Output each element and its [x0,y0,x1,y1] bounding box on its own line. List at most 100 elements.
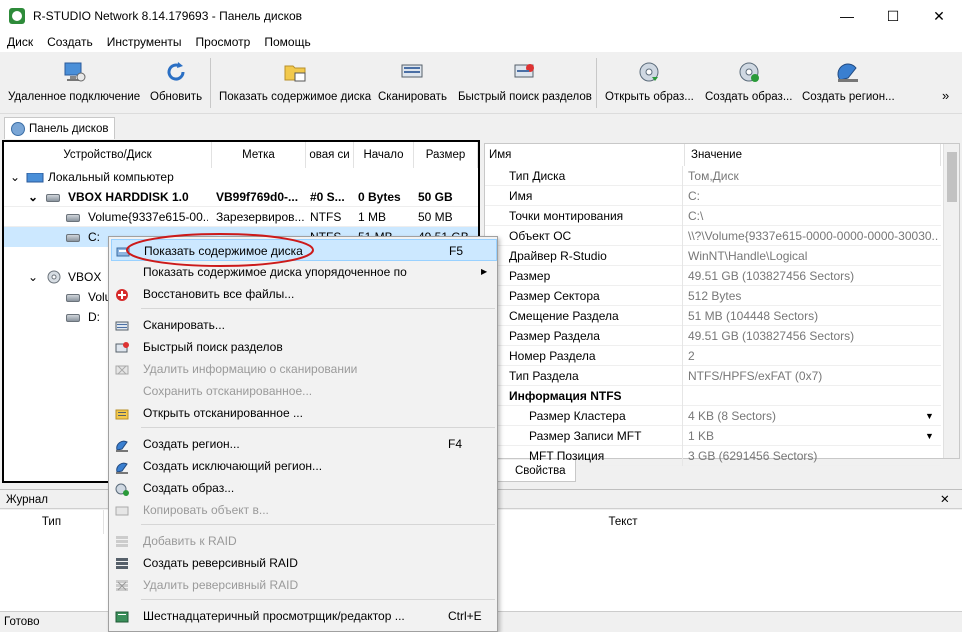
exclude-region-icon [115,459,129,474]
toolbar-separator [596,58,597,108]
property-name: Имя [485,186,683,206]
raid-delete-icon [115,578,129,592]
menu-tools[interactable]: Инструменты [100,32,189,52]
col-label[interactable]: Метка [212,142,306,168]
col-start[interactable]: Начало [354,142,414,168]
property-row[interactable]: Размер Кластера 4 KB (8 Sectors) ▼ [485,406,941,426]
delete-scan-icon [115,362,129,376]
property-row[interactable]: Драйвер R-Studio WinNT\Handle\Logical [485,246,941,266]
col-prop-name[interactable]: Имя [485,144,685,166]
menu-item-create-image[interactable]: Создать образ... [111,477,497,499]
property-row[interactable]: Точки монтирования C:\ [485,206,941,226]
context-menu: Показать содержимое диска F5 Показать со… [108,236,498,632]
menu-help[interactable]: Помощь [257,32,317,52]
minimize-button[interactable]: — [824,0,870,32]
menu-bar: Диск Создать Инструменты Просмотр Помощь [0,32,962,52]
properties-scrollbar[interactable] [943,144,959,458]
maximize-button[interactable]: ☐ [870,0,916,32]
quick-search-icon [115,340,129,354]
tab-properties[interactable]: Свойства [488,460,576,482]
property-row[interactable]: Номер Раздела 2 [485,346,941,366]
property-row[interactable]: Размер Записи MFT 1 KB ▼ [485,426,941,446]
collapse-icon[interactable]: ⌄ [28,267,42,287]
property-row[interactable]: Смещение Раздела 51 MB (104448 Sectors) [485,306,941,326]
col-prop-value[interactable]: Значение [685,144,941,166]
property-value: Том,Диск [688,169,739,183]
computer-icon [26,171,44,183]
property-name: Объект ОС [485,226,683,246]
menu-separator [141,599,495,600]
close-button[interactable]: ✕ [916,0,962,32]
disk-panel-icon [11,121,25,136]
raid-create-icon [115,556,129,570]
property-row[interactable]: Тип Раздела NTFS/HPFS/exFAT (0x7) [485,366,941,386]
scan-icon [115,318,129,332]
property-name: Драйвер R-Studio [485,246,683,266]
menu-item-delete-scan[interactable]: Удалить информацию о сканировании [111,358,497,380]
menu-item-restore-all[interactable]: Восстановить все файлы... [111,283,497,305]
menu-item-add-raid[interactable]: Добавить к RAID [111,530,497,552]
menu-item-scan[interactable]: Сканировать... [111,314,497,336]
volume-icon [66,307,84,327]
menu-create[interactable]: Создать [40,32,100,52]
quick-search-icon [513,60,537,84]
menu-item-copy-object[interactable]: Копировать объект в... [111,499,497,521]
create-region-button[interactable]: Создать регион... [802,60,895,110]
region-icon [836,60,860,84]
property-name: Размер Сектора [485,286,683,306]
property-row[interactable]: Имя C: [485,186,941,206]
refresh-button[interactable]: Обновить [150,60,202,110]
property-value [684,386,939,406]
remote-connect-button[interactable]: Удаленное подключение [8,60,140,110]
property-name: Размер Записи MFT [485,426,683,446]
col-journal-type[interactable]: Тип [0,510,104,534]
collapse-icon[interactable]: ⌄ [28,187,42,207]
property-row[interactable]: Информация NTFS [485,386,941,406]
col-fs[interactable]: овая си [306,142,354,168]
create-image-button[interactable]: Создать образ... [705,60,792,110]
menu-separator [141,524,495,525]
scan-button[interactable]: Сканировать [378,60,447,110]
tree-row-volume[interactable]: Volume{9337e615-00... Зарезервиров... NT… [4,207,478,227]
copy-icon [115,503,129,517]
dropdown-arrow-icon[interactable]: ▼ [925,426,934,446]
tree-row-local-computer[interactable]: ⌄ Локальный компьютер [4,167,478,187]
property-row[interactable]: Объект ОС \\?\Volume{9337e615-0000-0000-0… [485,226,941,246]
property-row[interactable]: Размер Сектора 512 Bytes [485,286,941,306]
menu-item-quick-search[interactable]: Быстрый поиск разделов [111,336,497,358]
menu-item-save-scan[interactable]: Сохранить отсканированное... [111,380,497,402]
menu-item-open-scan[interactable]: Открыть отсканированное ... [111,402,497,424]
property-value: 2 [688,349,695,363]
property-row[interactable]: Тип Диска Том,Диск [485,166,941,186]
show-contents-button[interactable]: Показать содержимое диска [219,60,371,110]
property-name: Размер [485,266,683,286]
scrollbar-thumb[interactable] [947,152,957,202]
highlight-ellipse [126,233,314,267]
property-value: 49.51 GB (103827456 Sectors) [688,329,855,343]
title-bar: R-STUDIO Network 8.14.179693 - Панель ди… [0,0,962,32]
menu-item-create-exclude-region[interactable]: Создать исключающий регион... [111,455,497,477]
col-device[interactable]: Устройство/Диск [4,142,212,168]
journal-close-button[interactable]: ✕ [940,490,950,510]
col-size[interactable]: Размер [414,142,478,168]
open-scan-icon [115,406,129,420]
quick-search-button[interactable]: Быстрый поиск разделов [458,60,592,110]
dropdown-arrow-icon[interactable]: ▼ [925,406,934,426]
menu-item-delete-raid[interactable]: Удалить реверсивный RAID [111,574,497,596]
collapse-icon[interactable]: ⌄ [10,167,24,187]
raid-add-icon [115,534,129,548]
property-row[interactable]: Размер 49.51 GB (103827456 Sectors) [485,266,941,286]
menu-view[interactable]: Просмотр [189,32,258,52]
property-row[interactable]: Размер Раздела 49.51 GB (103827456 Sector… [485,326,941,346]
tab-disk-panel[interactable]: Панель дисков [4,117,116,139]
region-icon [115,437,129,452]
menu-disk[interactable]: Диск [0,32,40,52]
menu-item-create-raid[interactable]: Создать реверсивный RAID [111,552,497,574]
toolbar-overflow-button[interactable]: » [942,88,949,103]
menu-item-create-region[interactable]: Создать регион... F4 [111,433,497,455]
volume-icon [66,227,84,247]
menu-item-hex-editor[interactable]: Шестнадцатеричный просмотрщик/редактор .… [111,605,497,627]
open-image-button[interactable]: Открыть образ... [605,60,694,110]
property-name: Номер Раздела [485,346,683,366]
tree-row-disk[interactable]: ⌄ VBOX HARDDISK 1.0 VB99f769d0-... #0 S.… [4,187,478,207]
